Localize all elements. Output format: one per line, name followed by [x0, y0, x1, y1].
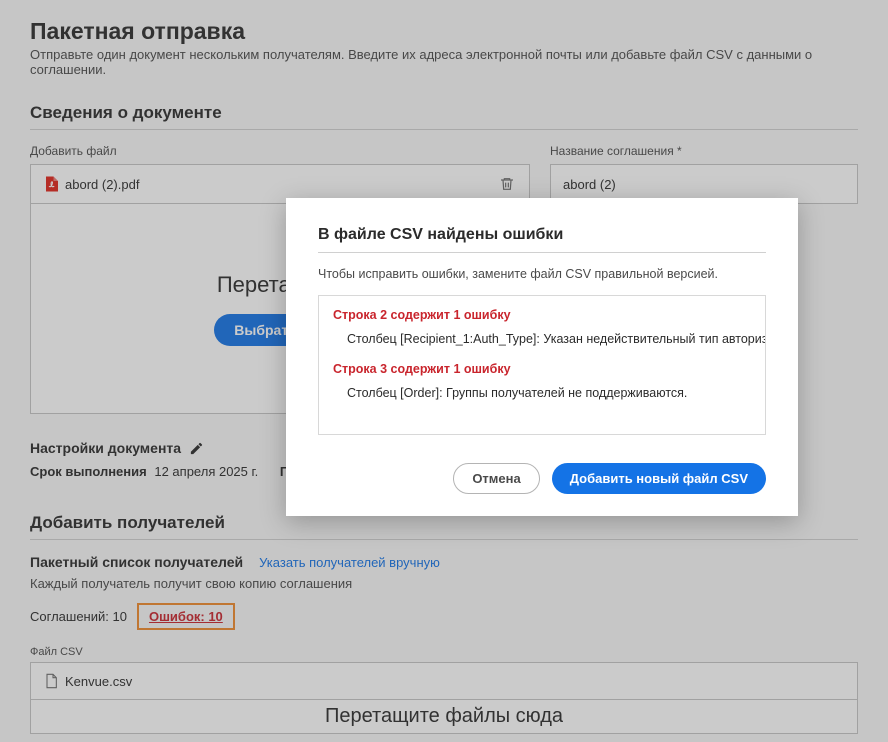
error-list[interactable]: Строка 2 содержит 1 ошибку Столбец [Reci…	[318, 295, 766, 435]
error-row-head: Строка 2 содержит 1 ошибку	[333, 308, 751, 322]
cancel-button[interactable]: Отмена	[453, 463, 539, 494]
error-row-body: Столбец [Recipient_1:Auth_Type]: Указан …	[347, 332, 751, 346]
add-new-csv-button[interactable]: Добавить новый файл CSV	[552, 463, 766, 494]
error-row-body: Столбец [Order]: Группы получателей не п…	[347, 386, 751, 400]
error-row-head: Строка 3 содержит 1 ошибку	[333, 362, 751, 376]
divider	[318, 252, 766, 253]
csv-errors-modal: В файле CSV найдены ошибки Чтобы исправи…	[286, 198, 798, 516]
modal-title: В файле CSV найдены ошибки	[318, 226, 766, 244]
modal-desc: Чтобы исправить ошибки, замените файл CS…	[318, 267, 766, 281]
